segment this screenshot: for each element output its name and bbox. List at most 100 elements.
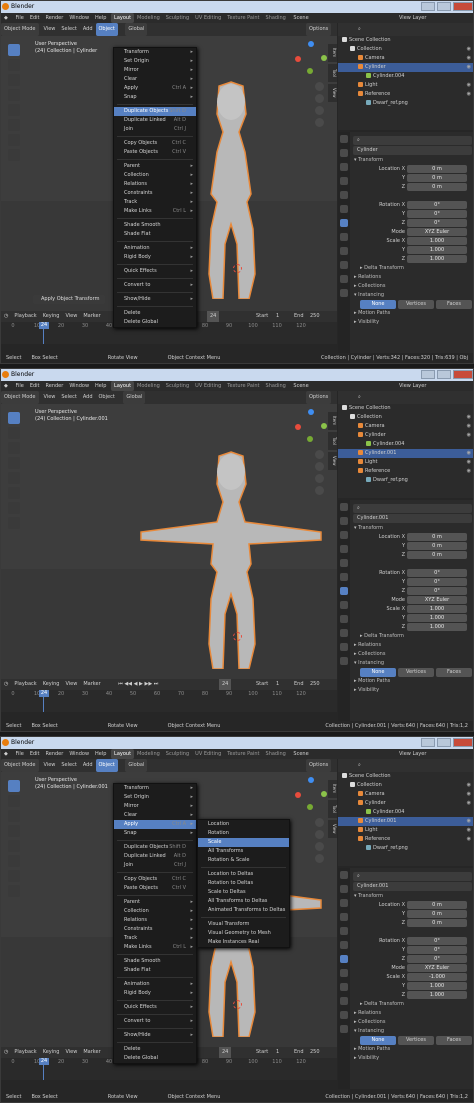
scale-tool-icon[interactable] (8, 840, 20, 852)
scale-tool-icon[interactable] (8, 104, 20, 116)
location-z-field[interactable]: 0 m (407, 183, 467, 191)
menu-render[interactable]: Render (43, 381, 67, 391)
eye-icon[interactable]: ◉ (467, 458, 471, 467)
instancing-none[interactable]: None (360, 1036, 396, 1045)
neg-y-axis-icon[interactable] (307, 68, 313, 74)
relations-section[interactable]: ▸ Relations (350, 273, 473, 282)
outliner-row[interactable]: Dwarf_ref.png (338, 844, 473, 853)
outliner-row[interactable]: Collection ◉ (338, 781, 473, 790)
eye-icon[interactable]: ◉ (467, 826, 471, 835)
rotate-tool-icon[interactable] (8, 457, 20, 469)
marker-menu[interactable]: Marker (80, 1047, 103, 1058)
instancing-none[interactable]: None (360, 668, 396, 677)
menu-item-set-origin[interactable]: Set Origin ▸ (114, 793, 196, 802)
menu-item-apply[interactable]: Apply Ctrl A ▸ (114, 820, 196, 829)
menu-help[interactable]: Help (92, 13, 109, 23)
menu-item-convert-to[interactable]: Convert to ▸ (114, 1017, 196, 1026)
menu-item-parent[interactable]: Parent ▸ (114, 162, 196, 171)
maximize-button[interactable] (437, 2, 451, 11)
eye-icon[interactable]: ◉ (467, 835, 471, 844)
rotation-mode-dropdown[interactable]: XYZ Euler (407, 596, 467, 604)
menu-item-clear[interactable]: Clear ▸ (114, 811, 196, 820)
location-y-field[interactable]: 0 m (407, 910, 467, 918)
instancing-none[interactable]: None (360, 300, 396, 309)
constraints-tab-icon[interactable] (340, 261, 348, 269)
menu-item-visual-geometry-to-mesh[interactable]: Visual Geometry to Mesh (198, 929, 289, 938)
menu-item-clear[interactable]: Clear ▸ (114, 75, 196, 84)
minimize-button[interactable] (421, 370, 435, 379)
tool-tab-icon[interactable] (340, 871, 348, 879)
marker-menu[interactable]: Marker (80, 311, 103, 322)
transform-tool-icon[interactable] (8, 119, 20, 131)
frame-ruler[interactable]: 0102030405060708090100110120 (1, 690, 337, 698)
tab-sculpting[interactable]: Sculpting (163, 381, 192, 391)
timeline-view-menu[interactable]: View (62, 311, 80, 322)
mode-dropdown[interactable]: Object Mode (1, 23, 39, 36)
menu-item-show-hide[interactable]: Show/Hide ▸ (114, 295, 196, 304)
start-field[interactable]: 1 (273, 679, 282, 690)
physics-tab-icon[interactable] (340, 983, 348, 991)
transform-tool-icon[interactable] (8, 855, 20, 867)
menu-item-shade-smooth[interactable]: Shade Smooth (114, 221, 196, 230)
menu-item-make-links[interactable]: Make Links Ctrl L ▸ (114, 207, 196, 216)
mode-dropdown[interactable]: Object Mode (1, 759, 39, 772)
object-tab-icon[interactable] (340, 955, 348, 963)
instancing-section[interactable]: ▾ Instancing (350, 291, 473, 300)
output-tab-icon[interactable] (340, 899, 348, 907)
neg-y-axis-icon[interactable] (307, 804, 313, 810)
tab-texture-paint[interactable]: Texture Paint (224, 13, 262, 23)
orientation-dropdown[interactable]: Global (123, 391, 146, 404)
playback-menu[interactable]: Playback (11, 311, 39, 322)
object-name-field[interactable]: Cylinder (353, 146, 472, 155)
menu-item-quick-effects[interactable]: Quick Effects ▸ (114, 267, 196, 276)
menu-item-visual-transform[interactable]: Visual Transform (198, 920, 289, 929)
eye-icon[interactable]: ◉ (467, 431, 471, 440)
menu-render[interactable]: Render (43, 749, 67, 759)
menu-item-duplicate-linked[interactable]: Duplicate Linked Alt D (114, 116, 196, 125)
x-axis-icon[interactable] (295, 56, 301, 62)
pan-icon[interactable] (315, 94, 324, 103)
location-y-field[interactable]: 0 m (407, 174, 467, 182)
instancing-vertices[interactable]: Vertices (398, 300, 434, 309)
move-tool-icon[interactable] (8, 810, 20, 822)
modifier-tab-icon[interactable] (340, 969, 348, 977)
menu-object[interactable]: Object (95, 23, 118, 36)
navigation-gizmo[interactable] (291, 38, 331, 80)
menu-item-convert-to[interactable]: Convert to ▸ (114, 281, 196, 290)
timeline-view-menu[interactable]: View (62, 679, 80, 690)
eye-icon[interactable]: ◉ (467, 781, 471, 790)
tab-modeling[interactable]: Modeling (134, 13, 163, 23)
menu-view[interactable]: View (41, 391, 59, 404)
menu-window[interactable]: Window (66, 749, 92, 759)
transform-section[interactable]: ▾ Transform (350, 524, 473, 533)
menu-help[interactable]: Help (92, 749, 109, 759)
outliner-row[interactable]: Light ◉ (338, 81, 473, 90)
eye-icon[interactable]: ◉ (467, 413, 471, 422)
outliner-row[interactable]: Cylinder ◉ (338, 63, 473, 72)
outliner-row[interactable]: Cylinder ◉ (338, 431, 473, 440)
menu-item-location[interactable]: Location (198, 820, 289, 829)
render-tab-icon[interactable] (340, 885, 348, 893)
menu-item-copy-objects[interactable]: Copy Objects Ctrl C (114, 139, 196, 148)
select-tool-icon[interactable] (8, 412, 20, 424)
menu-item-animated-transforms-to-deltas[interactable]: Animated Transforms to Deltas (198, 906, 289, 915)
measure-tool-icon[interactable] (8, 517, 20, 529)
collections-section[interactable]: ▸ Collections (350, 650, 473, 659)
location-z-field[interactable]: 0 m (407, 551, 467, 559)
transform-tool-icon[interactable] (8, 487, 20, 499)
menu-item-delete[interactable]: Delete (114, 1045, 196, 1054)
menu-item-constraints[interactable]: Constraints ▸ (114, 189, 196, 198)
output-tab-icon[interactable] (340, 531, 348, 539)
collections-section[interactable]: ▸ Collections (350, 1018, 473, 1027)
scale-y-field[interactable]: 1.000 (407, 246, 467, 254)
annotate-tool-icon[interactable] (8, 870, 20, 882)
tab-uv-editing[interactable]: UV Editing (192, 381, 224, 391)
keying-menu[interactable]: Keying (40, 679, 63, 690)
menu-item-relations[interactable]: Relations ▸ (114, 916, 196, 925)
menu-add[interactable]: Add (80, 759, 96, 772)
scale-tool-icon[interactable] (8, 472, 20, 484)
cursor-tool-icon[interactable] (8, 427, 20, 439)
eye-icon[interactable]: ◉ (467, 422, 471, 431)
rotate-tool-icon[interactable] (8, 825, 20, 837)
move-tool-icon[interactable] (8, 74, 20, 86)
